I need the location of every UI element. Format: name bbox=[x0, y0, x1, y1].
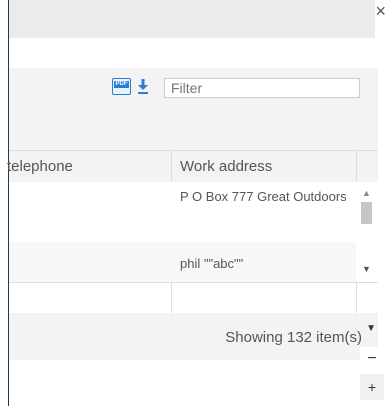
caret-down-icon[interactable]: ▼ bbox=[366, 323, 376, 334]
filter-input[interactable] bbox=[164, 78, 360, 98]
pdf-icon-label: PDF bbox=[114, 81, 129, 88]
dialog-panel: × PDF telephone Work address P O Box 777… bbox=[0, 0, 390, 406]
status-bar: Showing 132 item(s) ▼ bbox=[9, 313, 378, 360]
table-footer-row bbox=[9, 282, 378, 314]
zoom-out-button[interactable]: − bbox=[360, 347, 384, 371]
dialog-titlebar bbox=[9, 0, 375, 38]
column-header-telephone[interactable]: telephone bbox=[7, 151, 73, 183]
scrollbar-thumb[interactable] bbox=[361, 202, 372, 224]
zoom-in-button[interactable]: + bbox=[360, 374, 384, 400]
pdf-export-icon[interactable]: PDF bbox=[112, 78, 131, 95]
cell-work-address: phil ""abc"" bbox=[180, 256, 244, 271]
item-count-status: Showing 132 item(s) bbox=[225, 329, 362, 346]
footer-divider bbox=[171, 283, 172, 313]
table-scrollbar[interactable]: ▲ ▼ bbox=[356, 182, 378, 282]
table-body: P O Box 777 Great Outdoors phil ""abc"" bbox=[9, 182, 356, 282]
table-header-row: telephone Work address bbox=[7, 150, 378, 184]
scroll-down-arrow-icon[interactable]: ▼ bbox=[362, 264, 371, 274]
column-header-work-address[interactable]: Work address bbox=[180, 151, 272, 183]
cell-work-address: P O Box 777 Great Outdoors bbox=[180, 189, 347, 204]
footer-divider-right bbox=[356, 283, 357, 313]
scroll-up-arrow-icon[interactable]: ▲ bbox=[362, 188, 371, 198]
close-icon[interactable]: × bbox=[375, 2, 386, 20]
group-by-row bbox=[9, 108, 378, 150]
download-icon[interactable] bbox=[137, 78, 149, 94]
